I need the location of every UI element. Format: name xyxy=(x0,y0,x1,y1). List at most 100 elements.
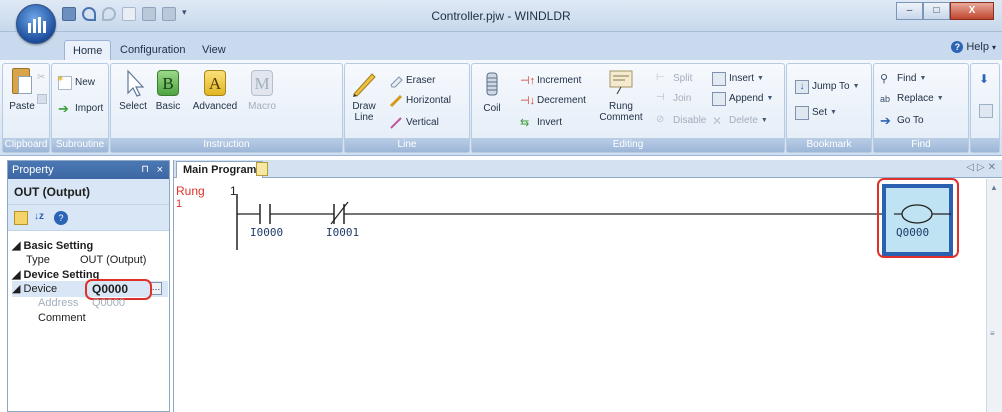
tab-configuration[interactable]: Configuration xyxy=(112,40,193,60)
contact-nc[interactable] xyxy=(330,201,349,225)
new-subroutine-button[interactable]: ✶ New xyxy=(56,74,95,91)
eraser-icon xyxy=(389,74,403,88)
paste-button[interactable]: Paste xyxy=(7,68,37,112)
disable-button[interactable]: ⊘ Disable xyxy=(656,112,706,129)
group-editing: Coil ⊣↑ Increment ⊣↓ Decrement ⇆ Invert … xyxy=(471,63,785,153)
property-panel: Property ⊓ × OUT (Output) ↓z ? ◢ Basic S… xyxy=(7,160,170,412)
group-label: Subroutine xyxy=(52,138,108,152)
paste-icon xyxy=(8,68,36,98)
minimize-button[interactable]: – xyxy=(896,2,923,20)
property-help-icon[interactable]: ? xyxy=(54,210,68,225)
invert-button[interactable]: ⇆ Invert xyxy=(520,114,562,131)
scroll-grip-icon[interactable]: ≡ xyxy=(990,329,999,341)
tab-view[interactable]: View xyxy=(194,40,234,60)
go-to-button[interactable]: ➔ Go To xyxy=(880,112,924,129)
import-icon: ➔ xyxy=(58,100,69,116)
address-label: Address xyxy=(38,297,79,309)
type-label: Type xyxy=(26,254,50,266)
type-value: OUT (Output) xyxy=(80,254,147,266)
group-label: Editing xyxy=(472,138,784,152)
address-value: Q0000 xyxy=(92,297,126,309)
group-label: Instruction xyxy=(111,138,342,152)
arrow-down-icon[interactable]: ⬇ xyxy=(979,72,993,86)
eraser-button[interactable]: Eraser xyxy=(389,72,435,89)
group-bookmark: ↓ Jump To ▼ Set ▼ Bookmark xyxy=(786,63,872,153)
set-bookmark-button[interactable]: Set ▼ xyxy=(795,104,837,121)
delete-button[interactable]: ✕ Delete ▼ xyxy=(712,112,768,129)
coil-button[interactable]: Coil xyxy=(476,70,508,114)
group-line: Draw Line Eraser Horizontal Vertical Lin… xyxy=(344,63,470,153)
macro-button[interactable]: M Macro xyxy=(245,68,279,112)
contact-label: I0001 xyxy=(326,226,360,239)
title-bar: ▾ Controller.pjw - WINDLDR – □ X xyxy=(0,0,1002,44)
append-button[interactable]: Append ▼ xyxy=(712,90,773,107)
increment-button[interactable]: ⊣↑ Increment xyxy=(520,72,581,89)
disable-icon: ⊘ xyxy=(656,113,665,125)
join-button[interactable]: ⊣ Join xyxy=(656,90,691,107)
horizontal-pen-icon xyxy=(389,94,403,108)
group-find: ⚲ Find ▼ ab Replace ▼ ➔ Go To Find xyxy=(873,63,969,153)
macro-icon: M xyxy=(248,68,276,98)
group-label: Find xyxy=(874,138,968,152)
decrement-button[interactable]: ⊣↓ Decrement xyxy=(520,92,586,109)
basic-setting-section[interactable]: ◢ Basic Setting xyxy=(12,239,93,252)
document-tab-icon[interactable] xyxy=(256,162,268,176)
close-button[interactable]: X xyxy=(950,2,994,20)
basic-button[interactable]: B Basic xyxy=(153,68,183,112)
group-partial: ⬇ xyxy=(970,63,1000,153)
comment-label: Comment xyxy=(38,312,86,324)
tool-icon[interactable] xyxy=(979,104,993,118)
tab-main-program[interactable]: Main Program xyxy=(176,161,264,178)
rung-comment-icon xyxy=(607,68,635,98)
group-label xyxy=(971,138,999,152)
coil-icon xyxy=(478,70,506,100)
split-icon: ⊢ xyxy=(656,71,665,83)
import-button[interactable]: ➔ Import xyxy=(58,100,103,117)
property-toolbar: ↓z ? xyxy=(8,205,169,231)
draw-line-button[interactable]: Draw Line xyxy=(347,68,381,123)
group-label: Bookmark xyxy=(787,138,871,152)
pin-icon[interactable]: ⊓ xyxy=(141,161,149,179)
sort-alpha-icon[interactable]: ↓z xyxy=(34,211,48,225)
find-button[interactable]: ⚲ Find ▼ xyxy=(880,70,926,87)
advanced-button[interactable]: A Advanced xyxy=(189,68,241,112)
device-label: ◢ Device xyxy=(12,283,58,295)
replace-button[interactable]: ab Replace ▼ xyxy=(880,90,944,107)
rung-comment-button[interactable]: Rung Comment xyxy=(596,68,646,123)
property-panel-header: Property ⊓ × xyxy=(8,161,169,179)
scroll-up-icon[interactable]: ▲ xyxy=(990,183,998,192)
property-title: OUT (Output) xyxy=(8,179,169,205)
tab-home[interactable]: Home xyxy=(64,40,112,60)
delete-icon: ✕ xyxy=(712,113,723,128)
help-icon: ? xyxy=(951,41,964,53)
copy-icon[interactable] xyxy=(37,94,47,104)
horizontal-line-button[interactable]: Horizontal xyxy=(389,92,451,109)
maximize-button[interactable]: □ xyxy=(923,2,950,20)
group-subroutine: ✶ New ➔ Import Subroutine xyxy=(51,63,109,153)
jump-to-button[interactable]: ↓ Jump To ▼ xyxy=(795,78,860,95)
coil-highlight xyxy=(877,178,959,258)
go-to-icon: ➔ xyxy=(880,112,891,128)
new-file-icon: ✶ xyxy=(56,74,72,90)
bookmark-icon xyxy=(795,105,809,120)
device-setting-section[interactable]: ◢ Device Setting xyxy=(12,268,99,281)
vertical-line-button[interactable]: Vertical xyxy=(389,114,439,131)
vertical-scrollbar[interactable]: ▲ ≡ xyxy=(986,179,1002,412)
group-clipboard: Paste ✂ Clipboard xyxy=(2,63,50,153)
application-button[interactable] xyxy=(16,4,56,44)
ladder-editor: Main Program ◁▷✕ Rung 1 1 I0000 I0001 Q0… xyxy=(173,160,1002,412)
cut-icon[interactable]: ✂ xyxy=(37,72,47,83)
document-nav-icons[interactable]: ◁▷✕ xyxy=(966,162,999,173)
select-button[interactable]: Select xyxy=(117,68,149,112)
insert-icon xyxy=(712,71,726,86)
close-icon[interactable]: × xyxy=(157,161,163,179)
ribbon: Paste ✂ Clipboard ✶ New ➔ Import Subrout… xyxy=(0,60,1002,156)
group-label: Line xyxy=(345,138,469,152)
insert-button[interactable]: Insert ▼ xyxy=(712,70,764,87)
window-title: Controller.pjw - WINDLDR xyxy=(431,9,571,23)
contact-no[interactable] xyxy=(259,204,271,224)
split-button[interactable]: ⊢ Split xyxy=(656,70,692,87)
help-button[interactable]: ? Help ▾ xyxy=(951,41,996,53)
categorized-icon[interactable] xyxy=(14,210,28,225)
join-icon: ⊣ xyxy=(656,91,665,103)
